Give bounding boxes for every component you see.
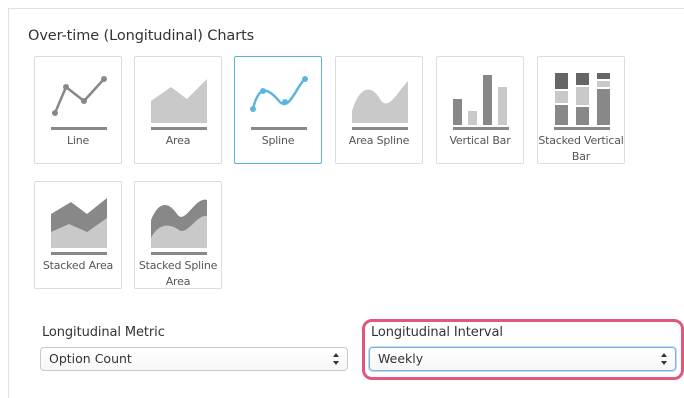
chart-type-label: Area Spline <box>348 134 410 147</box>
chart-type-stacked-spline-area[interactable]: Stacked Spline Area <box>134 181 222 289</box>
chart-type-label: Stacked Spline Area <box>138 259 218 288</box>
stacked-vertical-bar-chart-icon <box>554 73 610 130</box>
metric-select[interactable]: Option Count <box>40 347 348 371</box>
chart-type-label: Spline <box>261 134 295 147</box>
spline-chart-icon <box>250 76 308 130</box>
chart-type-stacked-vertical-bar[interactable]: Stacked Vertical Bar <box>537 56 625 164</box>
select-arrows-icon <box>333 353 339 365</box>
metric-label: Longitudinal Metric <box>42 325 165 340</box>
chart-type-label: Area <box>165 134 191 147</box>
area-chart-icon <box>151 79 207 130</box>
interval-highlight <box>362 319 684 380</box>
chart-type-area-spline[interactable]: Area Spline <box>335 56 423 164</box>
chart-type-spline[interactable]: Spline <box>234 56 322 164</box>
chart-type-vertical-bar[interactable]: Vertical Bar <box>436 56 524 164</box>
chart-type-area[interactable]: Area <box>134 56 222 164</box>
line-chart-icon <box>51 76 107 130</box>
metric-select-value: Option Count <box>49 351 132 366</box>
chart-type-label: Line <box>66 134 90 147</box>
chart-type-line[interactable]: Line <box>34 56 122 164</box>
area-spline-chart-icon <box>352 81 408 130</box>
chart-type-label: Stacked Vertical Bar <box>538 134 624 163</box>
section-title: Over-time (Longitudinal) Charts <box>28 28 255 44</box>
stacked-area-chart-icon <box>51 198 107 255</box>
chart-type-stacked-area[interactable]: Stacked Area <box>34 181 122 289</box>
chart-type-label: Stacked Area <box>42 259 114 272</box>
stacked-spline-area-chart-icon <box>151 199 207 255</box>
vertical-bar-chart-icon <box>453 75 509 130</box>
chart-type-label: Vertical Bar <box>449 134 511 147</box>
